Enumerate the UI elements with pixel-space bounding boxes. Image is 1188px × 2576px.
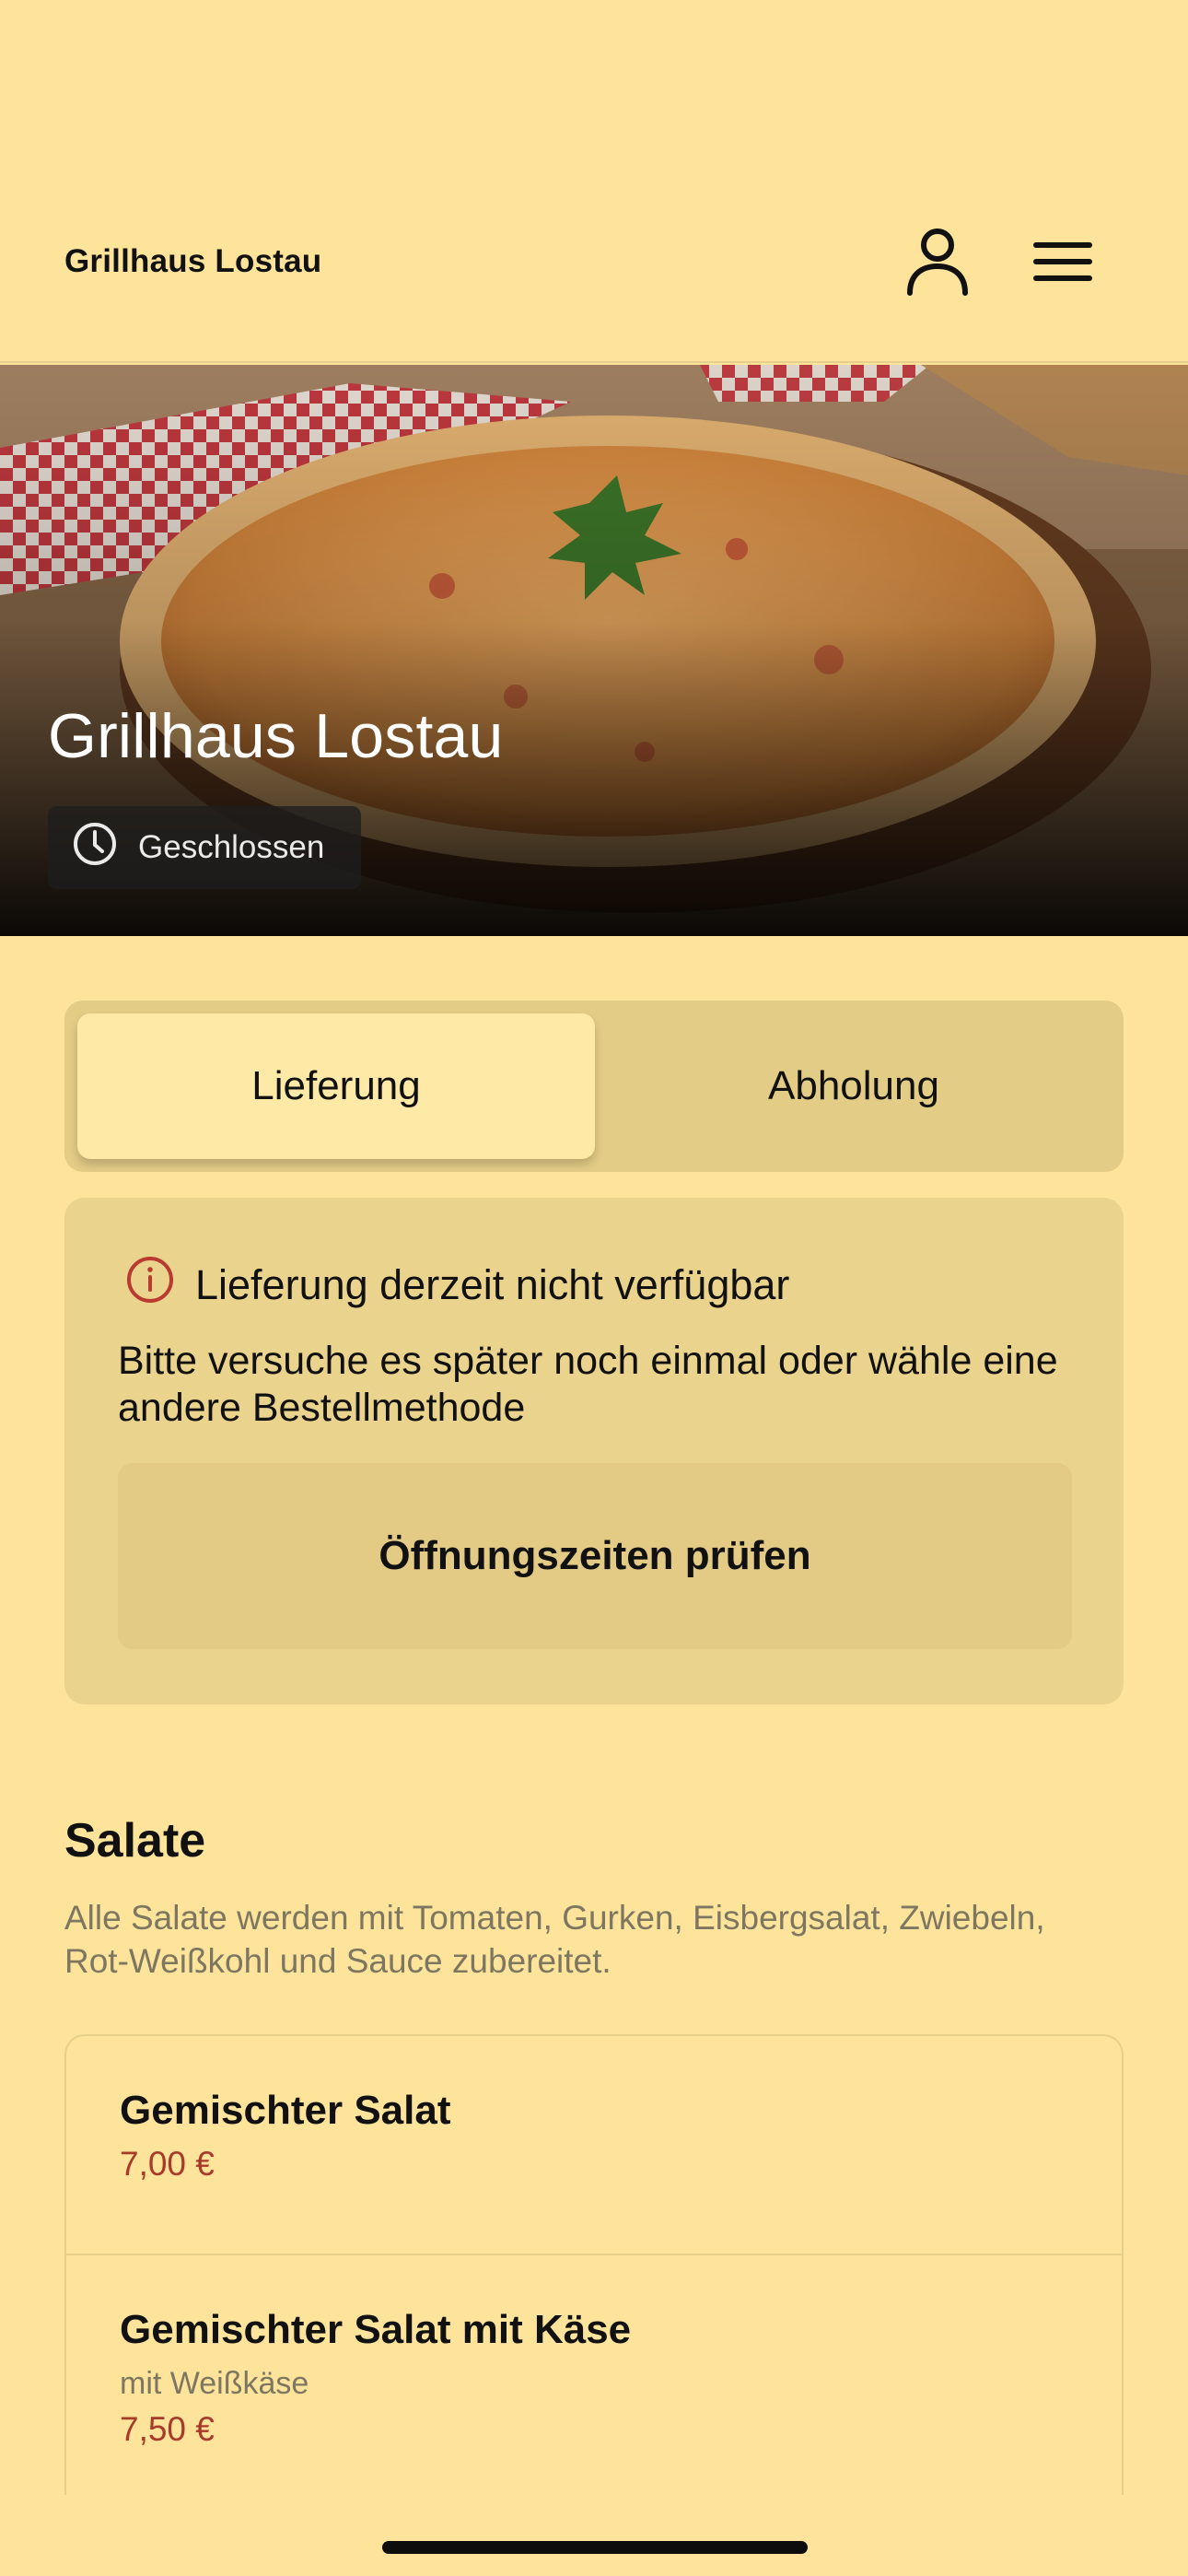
menu-item-description: mit Weißkäse	[120, 2366, 309, 2401]
hamburger-menu-icon[interactable]	[1019, 217, 1107, 306]
menu-item-price: 7,00 €	[120, 2145, 215, 2183]
top-app-bar: Grillhaus Lostau	[0, 0, 1188, 363]
tab-lieferung[interactable]: Lieferung	[77, 1013, 595, 1159]
delivery-unavailable-notice: Lieferung derzeit nicht verfügbar Bitte …	[64, 1198, 1124, 1704]
notice-title: Lieferung derzeit nicht verfügbar	[195, 1260, 790, 1308]
user-icon[interactable]	[893, 217, 982, 306]
info-icon	[125, 1255, 175, 1315]
menu-item-list: Gemischter Salat 7,00 € Gemischter Salat…	[64, 2034, 1124, 2495]
menu-item[interactable]: Gemischter Salat 7,00 €	[66, 2036, 1122, 2255]
tab-abholung[interactable]: Abholung	[595, 1013, 1112, 1159]
status-label: Geschlossen	[138, 829, 325, 865]
order-mode-toggle: Lieferung Abholung	[64, 1001, 1124, 1172]
menu-item-price: 7,50 €	[120, 2410, 215, 2448]
check-opening-hours-button[interactable]: Öffnungszeiten prüfen	[118, 1463, 1072, 1649]
category-description: Alle Salate werden mit Tomaten, Gurken, …	[64, 1899, 1045, 1980]
menu-item-name: Gemischter Salat	[120, 2088, 451, 2133]
brand-title[interactable]: Grillhaus Lostau	[64, 243, 321, 280]
menu-item[interactable]: Gemischter Salat mit Käse mit Weißkäse 7…	[66, 2255, 1122, 2495]
notice-header: Lieferung derzeit nicht verfügbar	[125, 1255, 789, 1315]
clock-icon	[72, 821, 118, 875]
restaurant-name: Grillhaus Lostau	[48, 701, 504, 771]
category-title: Salate	[64, 1814, 206, 1868]
home-indicator[interactable]	[382, 2541, 808, 2554]
notice-message: Bitte versuche es später noch einmal ode…	[118, 1339, 1058, 1430]
menu-item-name: Gemischter Salat mit Käse	[120, 2307, 632, 2352]
opening-status-badge[interactable]: Geschlossen	[48, 806, 361, 889]
